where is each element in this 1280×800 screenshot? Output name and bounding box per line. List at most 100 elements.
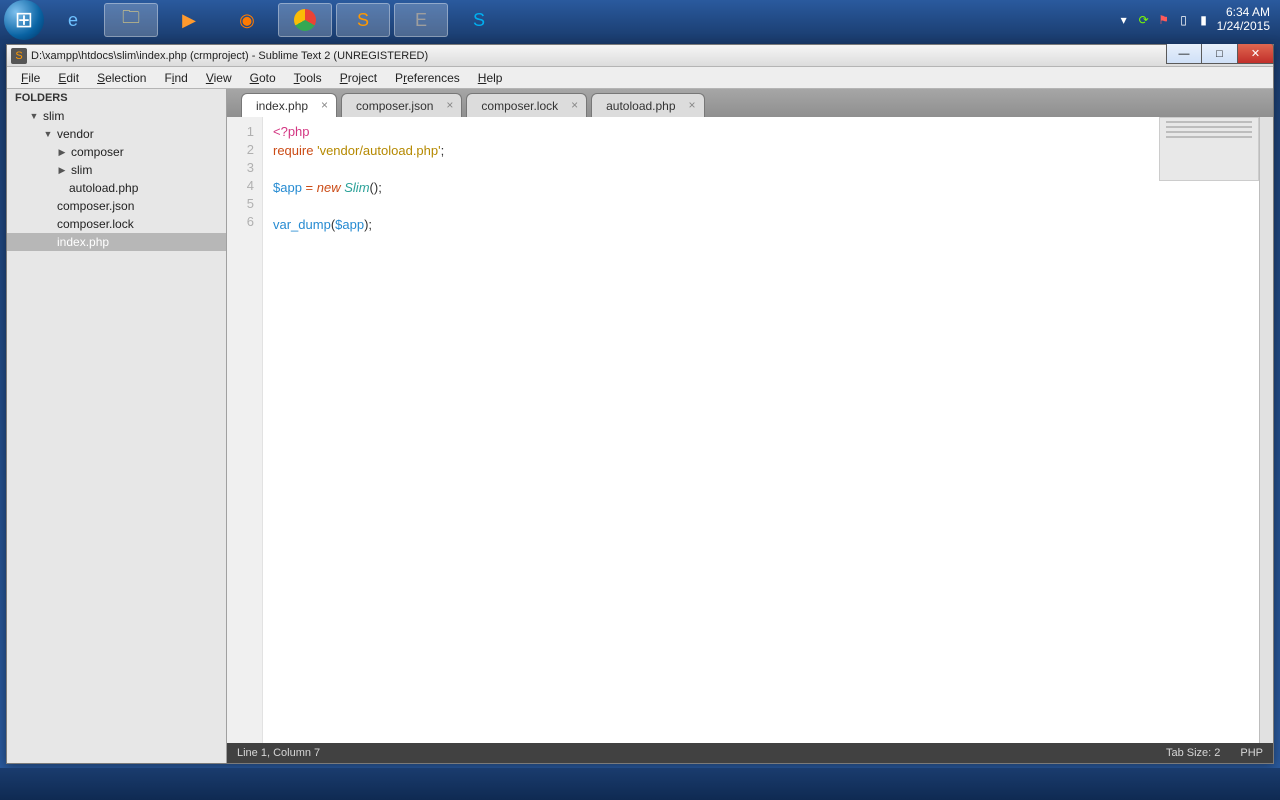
sidebar-header: FOLDERS	[7, 89, 226, 107]
tok: =	[306, 180, 314, 195]
tok: ;	[368, 217, 372, 232]
tok: ;	[441, 143, 445, 158]
triangle-right-icon: ▶	[57, 147, 67, 158]
tray-sync-icon[interactable]: ⟳	[1137, 13, 1151, 27]
tok: $app	[273, 180, 302, 195]
sublime-window: S D:\xampp\htdocs\slim\index.php (crmpro…	[6, 44, 1274, 764]
triangle-down-icon: ▼	[29, 111, 39, 121]
tree-label: slim	[43, 109, 64, 123]
status-position[interactable]: Line 1, Column 7	[237, 747, 320, 759]
close-icon[interactable]: ×	[446, 98, 453, 112]
line-number: 5	[227, 195, 254, 213]
tree-label: vendor	[57, 127, 94, 141]
tree-label: autoload.php	[69, 181, 138, 195]
menu-find[interactable]: Find	[156, 69, 195, 87]
menu-project[interactable]: Project	[332, 69, 385, 87]
menu-selection[interactable]: Selection	[89, 69, 154, 87]
close-icon[interactable]: ×	[321, 98, 328, 112]
triangle-right-icon: ▶	[57, 165, 67, 176]
menubar: File Edit Selection Find View Goto Tools…	[7, 67, 1273, 89]
close-icon[interactable]: ×	[571, 98, 578, 112]
window-titlebar[interactable]: S D:\xampp\htdocs\slim\index.php (crmpro…	[7, 45, 1273, 67]
tree-file-index-php[interactable]: index.php	[7, 233, 226, 251]
minimap[interactable]	[1159, 117, 1259, 181]
tok: ()	[370, 180, 379, 195]
tree-label: index.php	[57, 235, 109, 249]
taskbar-clock[interactable]: 6:34 AM 1/24/2015	[1217, 6, 1270, 34]
taskbar-mediaplayer-icon[interactable]: ▶	[162, 3, 216, 37]
tok: Slim	[344, 180, 369, 195]
tray-flag-icon[interactable]: ⚑	[1157, 13, 1171, 27]
menu-file[interactable]: File	[13, 69, 48, 87]
tok: new	[317, 180, 341, 195]
vertical-scrollbar[interactable]	[1259, 117, 1273, 743]
tok: var_dump	[273, 217, 331, 232]
window-title: D:\xampp\htdocs\slim\index.php (crmproje…	[31, 50, 428, 62]
menu-preferences[interactable]: Preferences	[387, 69, 468, 87]
tab-strip: index.php × composer.json × composer.loc…	[227, 89, 1273, 117]
tok: ;	[378, 180, 382, 195]
tree-file-composer-json[interactable]: composer.json	[7, 197, 226, 215]
menu-help[interactable]: Help	[470, 69, 511, 87]
window-controls: — □ ✕	[1166, 44, 1274, 64]
tree-label: slim	[71, 163, 92, 177]
status-tabsize[interactable]: Tab Size: 2	[1166, 747, 1220, 759]
tab-autoload-php[interactable]: autoload.php ×	[591, 93, 704, 117]
tab-composer-json[interactable]: composer.json ×	[341, 93, 462, 117]
app-icon: S	[11, 48, 27, 64]
tab-composer-lock[interactable]: composer.lock ×	[466, 93, 587, 117]
tree-folder-composer[interactable]: ▶ composer	[7, 143, 226, 161]
windows-taskbar: ⊞ e 🗀 ▶ ◉ S E S ▾ ⟳ ⚑ ▯ ▮ 6:34 AM 1/24/2…	[0, 0, 1280, 40]
tray-chevron-icon[interactable]: ▾	[1117, 13, 1131, 27]
tree-folder-slim-inner[interactable]: ▶ slim	[7, 161, 226, 179]
menu-tools[interactable]: Tools	[286, 69, 330, 87]
triangle-down-icon: ▼	[43, 129, 53, 139]
code-content[interactable]: <?php require 'vendor/autoload.php'; $ap…	[263, 117, 1273, 743]
code-editor[interactable]: 1 2 3 4 5 6 <?php require 'vendor/autolo…	[227, 117, 1273, 743]
editor-area: index.php × composer.json × composer.loc…	[227, 89, 1273, 763]
window-minimize-button[interactable]: —	[1166, 44, 1202, 64]
close-icon[interactable]: ×	[689, 98, 696, 112]
menu-edit[interactable]: Edit	[50, 69, 87, 87]
tok: require	[273, 143, 313, 158]
taskbar-chrome-icon[interactable]	[278, 3, 332, 37]
tray-network-icon[interactable]: ▮	[1197, 13, 1211, 27]
status-language[interactable]: PHP	[1240, 747, 1263, 759]
window-maximize-button[interactable]: □	[1202, 44, 1238, 64]
status-bar: Line 1, Column 7 Tab Size: 2 PHP	[227, 743, 1273, 763]
tab-label: autoload.php	[606, 99, 675, 113]
line-number: 2	[227, 141, 254, 159]
clock-date: 1/24/2015	[1217, 20, 1270, 34]
clock-time: 6:34 AM	[1217, 6, 1270, 20]
tree-folder-vendor[interactable]: ▼ vendor	[7, 125, 226, 143]
menu-goto[interactable]: Goto	[242, 69, 284, 87]
tab-index-php[interactable]: index.php ×	[241, 93, 337, 117]
taskbar-ie-icon[interactable]: e	[46, 3, 100, 37]
tok: 'vendor/autoload.php'	[317, 143, 441, 158]
tree-folder-slim[interactable]: ▼ slim	[7, 107, 226, 125]
tree-file-autoload[interactable]: autoload.php	[7, 179, 226, 197]
folder-tree: ▼ slim ▼ vendor ▶ composer ▶ slim	[7, 107, 226, 763]
menu-view[interactable]: View	[198, 69, 240, 87]
tab-label: composer.lock	[481, 99, 558, 113]
tree-label: composer.json	[57, 199, 134, 213]
taskbar-sublime-icon[interactable]: S	[336, 3, 390, 37]
window-close-button[interactable]: ✕	[1238, 44, 1274, 64]
sidebar: FOLDERS ▼ slim ▼ vendor ▶ composer	[7, 89, 227, 763]
tab-label: composer.json	[356, 99, 433, 113]
line-number: 4	[227, 177, 254, 195]
tok: <?php	[273, 124, 310, 139]
taskbar-evernote-icon[interactable]: E	[394, 3, 448, 37]
tree-file-composer-lock[interactable]: composer.lock	[7, 215, 226, 233]
tree-label: composer.lock	[57, 217, 134, 231]
tree-label: composer	[71, 145, 124, 159]
line-number: 1	[227, 123, 254, 141]
taskbar-explorer-icon[interactable]: 🗀	[104, 3, 158, 37]
tray-battery-icon[interactable]: ▯	[1177, 13, 1191, 27]
line-gutter: 1 2 3 4 5 6	[227, 117, 263, 743]
start-button[interactable]: ⊞	[4, 0, 44, 40]
line-number: 3	[227, 159, 254, 177]
desktop-bottom-bar	[0, 768, 1280, 800]
taskbar-skype-icon[interactable]: S	[452, 3, 506, 37]
taskbar-firefox-icon[interactable]: ◉	[220, 3, 274, 37]
